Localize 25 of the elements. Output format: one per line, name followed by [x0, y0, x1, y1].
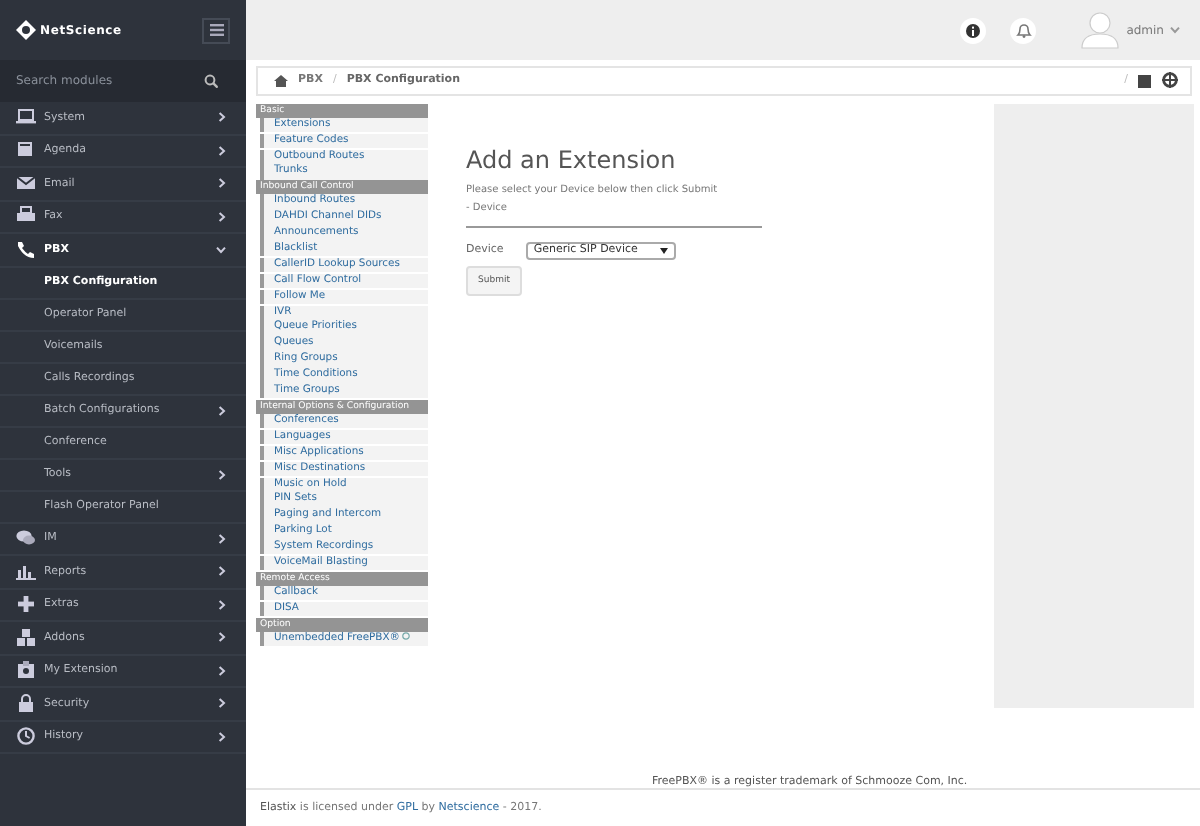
- search-icon: [204, 74, 218, 88]
- history-icon: [16, 726, 36, 747]
- bar-chart-icon: [16, 561, 36, 582]
- menu-button[interactable]: [202, 17, 230, 43]
- chat-icon: [16, 528, 36, 549]
- home-icon: [274, 73, 288, 88]
- info-icon: [966, 23, 981, 38]
- bell-icon: [1015, 22, 1032, 39]
- book-icon: [16, 140, 36, 161]
- laptop-icon: [16, 107, 36, 128]
- envelope-icon: [16, 173, 36, 194]
- lifebuoy-icon: [1162, 72, 1178, 89]
- cubes-icon: [16, 627, 36, 648]
- phone-icon: [16, 239, 36, 260]
- menu-icon: [209, 24, 223, 36]
- page-title: Add an Extension: [466, 145, 678, 174]
- avatar-icon: [1080, 10, 1121, 51]
- plus-icon: [16, 594, 36, 615]
- caret-icon: [1170, 26, 1180, 35]
- info-button[interactable]: [960, 17, 987, 44]
- lock-icon: [16, 693, 36, 714]
- printer-icon: [16, 206, 36, 227]
- logo-icon: [16, 20, 36, 40]
- dropdown-caret-icon: [659, 247, 668, 254]
- notifications-button[interactable]: [1010, 17, 1037, 44]
